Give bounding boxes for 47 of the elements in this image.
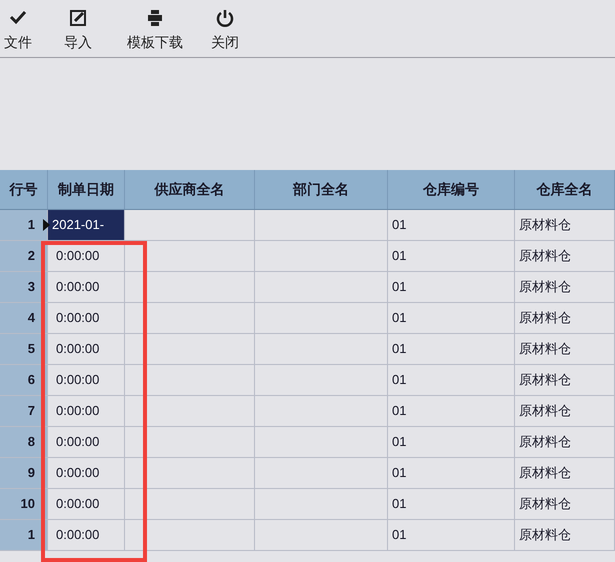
- edit-icon: [68, 8, 88, 28]
- table-cell: 原材料仓: [515, 365, 615, 395]
- table-cell: 原材料仓: [515, 520, 615, 550]
- printer-icon: [145, 8, 165, 28]
- date-cell: 2021-01-: [48, 210, 125, 240]
- table-cell: 原材料仓: [515, 489, 615, 519]
- table-cell: 01: [388, 427, 515, 457]
- row-number: 1: [0, 520, 48, 550]
- row-number: 2: [0, 241, 48, 271]
- table-cell: 01: [388, 458, 515, 488]
- toolbar-button[interactable]: 文件: [0, 8, 36, 53]
- table-cell: 01: [388, 210, 515, 240]
- table-cell: 原材料仓: [515, 458, 615, 488]
- column-header[interactable]: 部门全名: [255, 170, 388, 209]
- table-cell: 原材料仓: [515, 396, 615, 426]
- toolbar-button[interactable]: 关闭: [200, 8, 250, 53]
- row-number: 8: [0, 427, 48, 457]
- table-cell: 原材料仓: [515, 334, 615, 364]
- table-cell: 01: [388, 272, 515, 302]
- row-number: 5: [0, 334, 48, 364]
- toolbar-button[interactable]: 模板下载: [120, 8, 190, 53]
- table-cell: 01: [388, 396, 515, 426]
- table-cell: 01: [388, 334, 515, 364]
- table-cell: 01: [388, 303, 515, 333]
- column-header[interactable]: 仓库编号: [388, 170, 515, 209]
- table-cell: 原材料仓: [515, 303, 615, 333]
- table-cell: 原材料仓: [515, 241, 615, 271]
- table-cell: 原材料仓: [515, 210, 615, 240]
- column-header[interactable]: 仓库全名: [515, 170, 615, 209]
- row-number: 10: [0, 489, 48, 519]
- table-cell: 01: [388, 520, 515, 550]
- power-icon: [215, 8, 235, 28]
- row-number: 1: [0, 210, 48, 240]
- row-number: 6: [0, 365, 48, 395]
- table-cell: 01: [388, 241, 515, 271]
- table-cell: 01: [388, 365, 515, 395]
- toolbar-button[interactable]: 导入: [56, 8, 100, 53]
- row-number: 7: [0, 396, 48, 426]
- table-cell: 原材料仓: [515, 272, 615, 302]
- column-header[interactable]: 行号: [0, 170, 48, 209]
- row-number: 4: [0, 303, 48, 333]
- column-header[interactable]: 制单日期: [48, 170, 125, 209]
- table-cell: 原材料仓: [515, 427, 615, 457]
- column-header[interactable]: 供应商全名: [125, 170, 255, 209]
- row-number: 9: [0, 458, 48, 488]
- table-cell: 01: [388, 489, 515, 519]
- row-number: 3: [0, 272, 48, 302]
